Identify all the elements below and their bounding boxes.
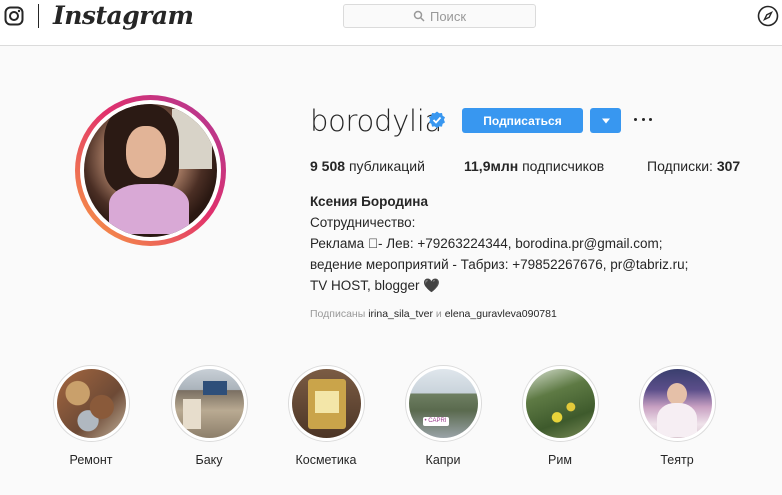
story-highlight[interactable]: Теятр [636,365,718,467]
followed-by-user-link[interactable]: elena_guravleva090781 [445,308,557,320]
highlight-cover [56,369,126,438]
story-highlight[interactable]: Косметика [285,365,367,467]
capri-sticker: • CAPRI [422,417,449,426]
story-highlight[interactable]: Баку [168,365,250,467]
search-input[interactable]: Поиск [343,4,536,28]
top-navigation-bar: Instagram Поиск [0,0,782,46]
bio-line: ведение мероприятий - Табриз: +798522676… [310,257,689,272]
explore-compass-icon[interactable] [757,5,779,27]
profile-avatar[interactable] [75,95,226,246]
story-highlight[interactable]: Ремонт [50,365,132,467]
following-count[interactable]: Подписки: 307 [647,158,740,174]
follow-button[interactable]: Подписаться [462,108,583,133]
followed-by: Подписаны irina_sila_tver и elena_guravl… [310,308,557,320]
highlight-cover [642,369,712,438]
instagram-wordmark-logo[interactable]: Instagram [53,1,194,30]
chevron-down-icon [601,118,610,123]
nav-divider [38,4,39,28]
bio-line: TV HOST, blogger 🖤 [310,278,441,293]
bio-line: Сотрудничество: [310,215,416,230]
highlight-label: Косметика [295,453,357,467]
suggestions-dropdown-button[interactable] [590,108,621,133]
profile-full-name: Ксения Бородина [310,194,428,209]
highlight-cover [291,369,361,438]
ellipsis-icon [634,117,637,121]
highlight-label: Ремонт [69,453,113,467]
highlight-cover [525,369,595,438]
posts-count: 9 508 публикаций [310,158,425,174]
followed-by-user-link[interactable]: irina_sila_tver [368,308,433,320]
bio-line: Реклама ⃞- Лев: +79263224344, borodina.p… [310,236,663,251]
story-highlight[interactable]: • CAPRI Капри [402,365,484,467]
search-placeholder: Поиск [429,8,467,24]
avatar-photo [84,104,217,237]
followers-count[interactable]: 11,9млн подписчиков [464,158,604,174]
highlight-label: Капри [425,453,461,467]
highlight-label: Баку [195,453,223,467]
story-highlight[interactable]: Рим [519,365,601,467]
search-icon [413,10,425,22]
profile-username: borodylia [310,104,442,138]
highlight-label: Рим [548,453,572,467]
highlight-label: Теятр [660,453,694,467]
highlight-cover: • CAPRI [408,369,478,438]
instagram-glyph-icon[interactable] [4,6,24,26]
highlight-cover [174,369,244,438]
verified-badge-icon [429,111,445,129]
more-options-button[interactable] [634,114,652,124]
